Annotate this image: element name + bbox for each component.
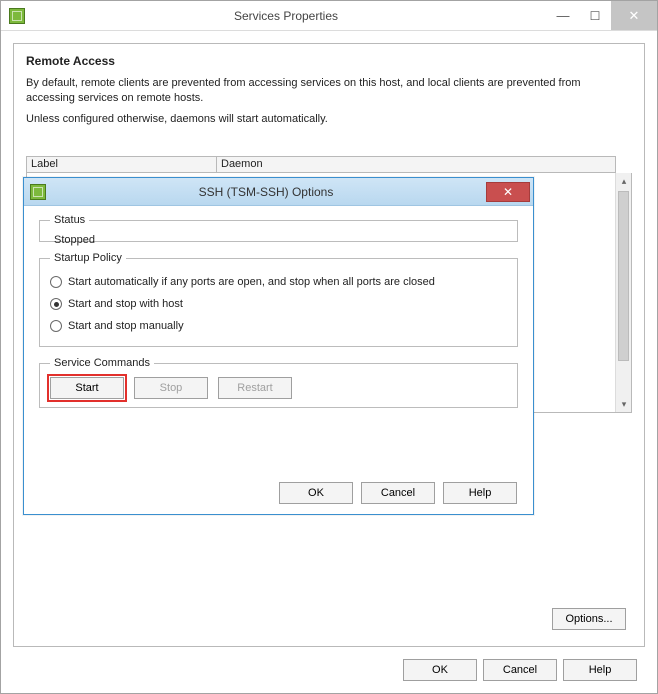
startup-policy-legend: Startup Policy: [50, 252, 126, 264]
policy-option-label: Start automatically if any ports are ope…: [68, 276, 435, 288]
policy-option-label: Start and stop manually: [68, 320, 184, 332]
parent-window-title: Services Properties: [25, 9, 547, 23]
scroll-up-icon[interactable]: ▴: [616, 173, 632, 189]
scroll-down-icon[interactable]: ▾: [616, 396, 632, 412]
app-icon: [9, 8, 25, 24]
service-commands-legend: Service Commands: [50, 357, 154, 369]
startup-policy-group: Startup Policy Start automatically if an…: [39, 252, 518, 347]
modal-title: SSH (TSM-SSH) Options: [46, 185, 486, 199]
policy-option-host[interactable]: Start and stop with host: [50, 294, 507, 314]
remote-access-description-2: Unless configured otherwise, daemons wil…: [26, 112, 632, 127]
status-legend: Status: [50, 214, 89, 226]
remote-access-heading: Remote Access: [26, 54, 632, 68]
parent-ok-button[interactable]: OK: [403, 659, 477, 681]
policy-option-label: Start and stop with host: [68, 298, 183, 310]
policy-option-manual[interactable]: Start and stop manually: [50, 316, 507, 336]
minimize-button[interactable]: —: [547, 1, 579, 30]
modal-body: Status Stopped Startup Policy Start auto…: [39, 214, 518, 472]
table-scrollbar[interactable]: ▴ ▾: [615, 173, 631, 412]
radio-icon: [50, 276, 62, 288]
services-properties-window: Services Properties — ☐ ✕ Remote Access …: [0, 0, 658, 694]
policy-option-auto[interactable]: Start automatically if any ports are ope…: [50, 272, 507, 292]
modal-close-button[interactable]: ✕: [486, 182, 530, 202]
scroll-thumb[interactable]: [618, 191, 629, 361]
modal-help-button[interactable]: Help: [443, 482, 517, 504]
modal-footer-buttons: OK Cancel Help: [279, 482, 517, 504]
radio-icon: [50, 298, 62, 310]
stop-button: Stop: [134, 377, 208, 399]
remote-access-description-1: By default, remote clients are prevented…: [26, 76, 632, 106]
status-group: Status Stopped: [39, 214, 518, 242]
start-button[interactable]: Start: [50, 377, 124, 399]
window-controls: — ☐ ✕: [547, 1, 657, 30]
services-table-header: Label Daemon: [26, 156, 616, 173]
modal-title-bar: SSH (TSM-SSH) Options ✕: [24, 178, 533, 206]
status-value: Stopped: [50, 232, 507, 248]
parent-cancel-button[interactable]: Cancel: [483, 659, 557, 681]
ssh-options-dialog: SSH (TSM-SSH) Options ✕ Status Stopped S…: [23, 177, 534, 515]
parent-title-bar: Services Properties — ☐ ✕: [1, 1, 657, 31]
col-label[interactable]: Label: [27, 157, 217, 172]
parent-help-button[interactable]: Help: [563, 659, 637, 681]
close-button[interactable]: ✕: [611, 1, 657, 30]
app-icon: [30, 184, 46, 200]
command-row: Start Stop Restart: [50, 375, 507, 399]
restart-button: Restart: [218, 377, 292, 399]
service-commands-group: Service Commands Start Stop Restart: [39, 357, 518, 408]
radio-icon: [50, 320, 62, 332]
modal-cancel-button[interactable]: Cancel: [361, 482, 435, 504]
parent-footer-buttons: OK Cancel Help: [403, 659, 637, 681]
modal-ok-button[interactable]: OK: [279, 482, 353, 504]
col-daemon[interactable]: Daemon: [217, 157, 615, 172]
maximize-button[interactable]: ☐: [579, 1, 611, 30]
options-button[interactable]: Options...: [552, 608, 626, 630]
